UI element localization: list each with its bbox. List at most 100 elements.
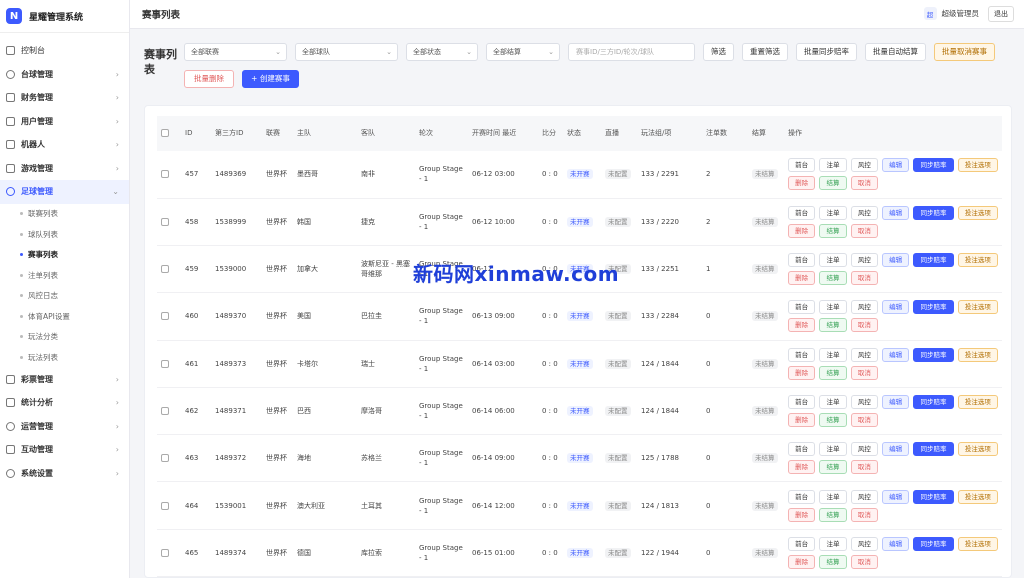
delete-button[interactable]: 删除 — [788, 554, 816, 569]
sidebar-subitem[interactable]: 体育API设置 — [0, 306, 129, 327]
sync-odds-button[interactable]: 同步赔率 — [913, 442, 954, 457]
risk-button[interactable]: 风控 — [850, 253, 878, 268]
batch-auto-settle-button[interactable]: 批量自动结算 — [865, 42, 926, 61]
delete-button[interactable]: 删除 — [788, 223, 816, 238]
cell-select[interactable] — [157, 387, 181, 436]
sidebar-item-football[interactable]: 足球管理 ⌄ — [0, 180, 129, 204]
sync-odds-button[interactable]: 同步赔率 — [913, 489, 954, 504]
bet-options-button[interactable]: 投注选项 — [957, 253, 998, 268]
bet-options-button[interactable]: 投注选项 — [957, 394, 998, 409]
front-button[interactable]: 前台 — [788, 536, 816, 551]
cell-select[interactable] — [157, 529, 181, 578]
front-button[interactable]: 前台 — [788, 442, 816, 457]
cell-select[interactable] — [157, 245, 181, 294]
edit-button[interactable]: 编辑 — [881, 253, 910, 268]
cancel-button[interactable]: 取消 — [850, 223, 878, 238]
bets-button[interactable]: 注单 — [819, 347, 847, 362]
sidebar-item-chart[interactable]: 统计分析 › — [0, 391, 129, 415]
sync-odds-button[interactable]: 同步赔率 — [913, 347, 954, 362]
risk-button[interactable]: 风控 — [850, 394, 878, 409]
batch-sync-odds-button[interactable]: 批量同步赔率 — [796, 42, 857, 61]
edit-button[interactable]: 编辑 — [881, 442, 910, 457]
sync-odds-button[interactable]: 同步赔率 — [913, 300, 954, 315]
edit-button[interactable]: 编辑 — [881, 205, 910, 220]
front-button[interactable]: 前台 — [788, 300, 816, 315]
bets-button[interactable]: 注单 — [819, 394, 847, 409]
table-row[interactable]: 462 1489371 世界杯 巴西 摩洛哥 Group Stage - 1 06-14 0… — [157, 387, 1002, 436]
sync-odds-button[interactable]: 同步赔率 — [913, 536, 954, 551]
edit-button[interactable]: 编辑 — [881, 536, 910, 551]
settle-button[interactable]: 结算 — [819, 176, 847, 191]
team-select[interactable]: 全部球队 ⌄ — [295, 42, 398, 61]
logout-button[interactable]: 退出 — [988, 5, 1014, 22]
edit-button[interactable]: 编辑 — [881, 158, 910, 173]
reset-filter-button[interactable]: 重置筛选 — [742, 42, 788, 61]
table-row[interactable]: 465 1489374 世界杯 德国 库拉索 Group Stage - 1 06-15 0… — [157, 529, 1002, 578]
sync-odds-button[interactable]: 同步赔率 — [913, 394, 954, 409]
sidebar-subitem[interactable]: 玩法列表 — [0, 347, 129, 368]
cancel-button[interactable]: 取消 — [850, 412, 878, 427]
sidebar-item-settings[interactable]: 系统设置 › — [0, 462, 129, 486]
select-all-checkbox[interactable] — [161, 129, 169, 138]
search-input[interactable]: 赛事ID/三方ID/轮次/球队 — [568, 42, 695, 61]
sync-odds-button[interactable]: 同步赔率 — [913, 205, 954, 220]
sidebar-subitem[interactable]: 风控日志 — [0, 286, 129, 307]
delete-button[interactable]: 删除 — [788, 318, 816, 333]
front-button[interactable]: 前台 — [788, 205, 816, 220]
bet-options-button[interactable]: 投注选项 — [957, 442, 998, 457]
risk-button[interactable]: 风控 — [850, 347, 878, 362]
bet-options-button[interactable]: 投注选项 — [957, 158, 998, 173]
front-button[interactable]: 前台 — [788, 158, 816, 173]
table-row[interactable]: 460 1489370 世界杯 美国 巴拉圭 Group Stage - 1 06-13 0… — [157, 292, 1002, 341]
bet-options-button[interactable]: 投注选项 — [957, 489, 998, 504]
header-select-all[interactable] — [157, 115, 181, 151]
delete-button[interactable]: 删除 — [788, 507, 816, 522]
edit-button[interactable]: 编辑 — [881, 347, 910, 362]
row-checkbox[interactable] — [161, 217, 169, 226]
settle-button[interactable]: 结算 — [819, 507, 847, 522]
table-row[interactable]: 458 1538999 世界杯 韩国 捷克 Group Stage - 1 06-12 10… — [157, 198, 1002, 246]
user-name[interactable]: 超级管理员 — [942, 8, 980, 19]
cancel-button[interactable]: 取消 — [850, 507, 878, 522]
delete-button[interactable]: 删除 — [788, 460, 816, 475]
table-row[interactable]: 463 1489372 世界杯 海地 苏格兰 Group Stage - 1 06-14 0… — [157, 434, 1002, 483]
cancel-button[interactable]: 取消 — [850, 176, 878, 191]
settle-button[interactable]: 结算 — [819, 412, 847, 427]
header-start-time[interactable]: 开赛时间 最近 — [468, 115, 538, 151]
table-row[interactable]: 464 1539001 世界杯 澳大利亚 土耳其 Group Stage - 1 06-14… — [157, 481, 1002, 530]
cancel-button[interactable]: 取消 — [850, 318, 878, 333]
settle-button[interactable]: 结算 — [819, 271, 847, 286]
edit-button[interactable]: 编辑 — [881, 300, 910, 315]
bets-button[interactable]: 注单 — [819, 442, 847, 457]
table-row[interactable]: 457 1489369 世界杯 墨西哥 南非 Group Stage - 1 06-12 0… — [157, 150, 1002, 199]
sidebar-subitem[interactable]: 玩法分类 — [0, 327, 129, 348]
settle-select[interactable]: 全部结算 ⌄ — [486, 42, 560, 61]
sidebar-item-robot[interactable]: 机器人 › — [0, 133, 129, 157]
filter-button[interactable]: 筛选 — [703, 42, 734, 61]
risk-button[interactable]: 风控 — [850, 489, 878, 504]
row-checkbox[interactable] — [161, 265, 169, 274]
cancel-button[interactable]: 取消 — [850, 271, 878, 286]
row-checkbox[interactable] — [161, 548, 169, 557]
batch-delete-button[interactable]: 批量删除 — [184, 69, 234, 88]
cell-select[interactable] — [157, 292, 181, 341]
bets-button[interactable]: 注单 — [819, 205, 847, 220]
sidebar-subitem[interactable]: 注单列表 — [0, 265, 129, 286]
bets-button[interactable]: 注单 — [819, 158, 847, 173]
front-button[interactable]: 前台 — [788, 489, 816, 504]
sidebar-item-cog[interactable]: 运营管理 › — [0, 415, 129, 439]
sidebar-item-dollar[interactable]: 财务管理 › — [0, 86, 129, 110]
cell-select[interactable] — [157, 340, 181, 388]
table-row[interactable]: 459 1539000 世界杯 加拿大 波斯尼亚 - 黑塞哥维那 Group Stage … — [157, 245, 1002, 294]
cancel-button[interactable]: 取消 — [850, 460, 878, 475]
settle-button[interactable]: 结算 — [819, 223, 847, 238]
bets-button[interactable]: 注单 — [819, 253, 847, 268]
row-checkbox[interactable] — [161, 501, 169, 510]
cancel-button[interactable]: 取消 — [850, 365, 878, 380]
sidebar-subitem[interactable]: 赛事列表 — [0, 245, 129, 266]
sidebar-item-grid[interactable]: 控制台 — [0, 39, 129, 63]
sync-odds-button[interactable]: 同步赔率 — [913, 158, 954, 173]
sidebar-item-circle[interactable]: 台球管理 › — [0, 63, 129, 87]
settle-button[interactable]: 结算 — [819, 554, 847, 569]
sidebar-subitem[interactable]: 联赛列表 — [0, 204, 129, 225]
